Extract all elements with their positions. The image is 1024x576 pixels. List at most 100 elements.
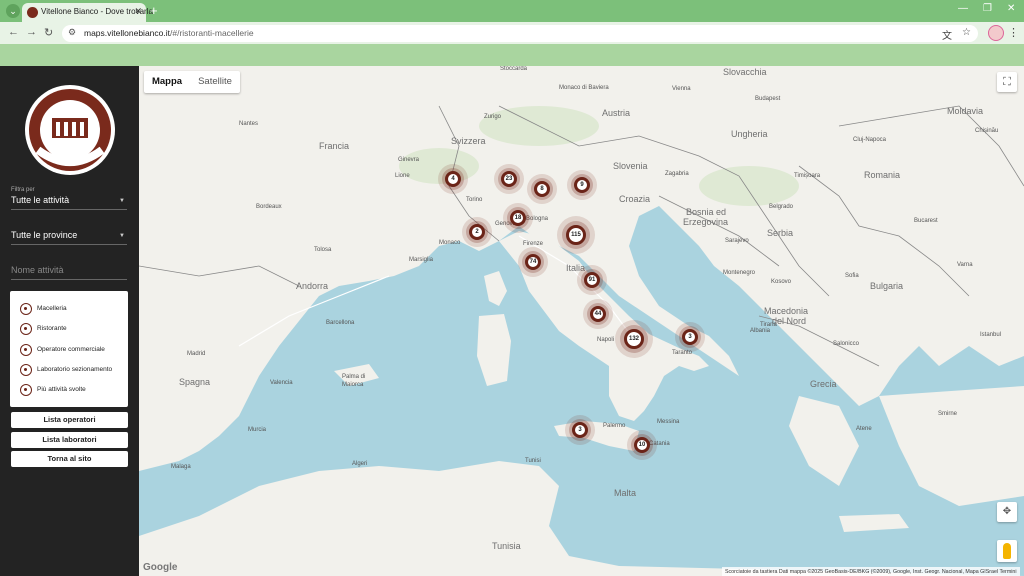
- url-bar[interactable]: ⚙ maps.vitellonebianco.it/#/ristoranti-m…: [62, 25, 978, 42]
- tab-close-icon[interactable]: ✕: [134, 6, 142, 17]
- map-cluster[interactable]: 8: [527, 174, 557, 204]
- map-type-map-button[interactable]: Mappa: [144, 71, 190, 93]
- reload-icon[interactable]: ↻: [44, 26, 53, 39]
- google-logo: Google: [143, 562, 178, 573]
- label-grecia: Grecia: [810, 379, 837, 389]
- label-bordeaux: Bordeaux: [256, 204, 282, 210]
- tab-search-icon[interactable]: ⌄: [6, 4, 20, 18]
- label-torino: Torino: [466, 197, 483, 203]
- label-varna: Varna: [957, 262, 973, 268]
- browser-tab[interactable]: Vitellone Bianco - Dove trovarla ✕: [22, 3, 153, 22]
- legend-panel: Macelleria Ristorante Operatore commerci…: [10, 291, 128, 407]
- province-select-value: Tutte le province: [11, 230, 78, 240]
- restore-icon[interactable]: ❐: [983, 3, 992, 14]
- label-moldavia: Moldavia: [947, 106, 984, 116]
- map-cluster[interactable]: 3: [565, 415, 595, 445]
- label-erzegovina: Erzegovina: [683, 217, 729, 227]
- multi-activity-icon: [20, 384, 32, 396]
- label-bulgaria: Bulgaria: [870, 281, 904, 291]
- restaurant-icon: [20, 323, 32, 335]
- map-cluster[interactable]: 2: [462, 217, 492, 247]
- label-tolosa: Tolosa: [314, 247, 332, 253]
- label-malaga: Malaga: [171, 464, 191, 470]
- map-cluster[interactable]: 23: [494, 164, 524, 194]
- label-malta: Malta: [614, 488, 637, 498]
- activity-select[interactable]: Tutte le attività ▼: [11, 195, 127, 210]
- label-sarajevo: Sarajevo: [725, 238, 749, 244]
- label-tunisi: Tunisi: [525, 458, 541, 464]
- map-cluster[interactable]: 115: [557, 216, 595, 254]
- map-type-satellite-button[interactable]: Satellite: [190, 71, 240, 93]
- map-cluster[interactable]: 9: [567, 170, 597, 200]
- label-sofia: Sofia: [845, 273, 859, 279]
- label-murcia: Murcia: [248, 427, 267, 433]
- label-zurigo: Zurigo: [484, 114, 502, 120]
- butcher-icon: [20, 303, 32, 315]
- forward-icon[interactable]: →: [26, 26, 37, 38]
- street-view-pegman-icon[interactable]: [997, 540, 1017, 562]
- map-cluster[interactable]: 74: [518, 247, 548, 277]
- label-algeri: Algeri: [352, 461, 368, 467]
- fullscreen-icon[interactable]: ⛶: [997, 72, 1017, 92]
- label-chisinau: Chișinău: [975, 128, 999, 134]
- label-romania: Romania: [864, 170, 901, 180]
- map-cluster[interactable]: 10: [627, 430, 657, 460]
- list-operators-button[interactable]: Lista operatori: [11, 412, 128, 428]
- address-bar-row: ← → ↻ ⚙ maps.vitellonebianco.it/#/ristor…: [0, 22, 1024, 44]
- lab-icon: [20, 364, 32, 376]
- list-labs-button[interactable]: Lista laboratori: [11, 432, 128, 448]
- label-napoli: Napoli: [597, 337, 615, 343]
- label-kosovo: Kosovo: [771, 279, 792, 285]
- label-andorra: Andorra: [296, 281, 329, 291]
- map-cluster[interactable]: 44: [583, 299, 613, 329]
- operator-icon: [20, 344, 32, 356]
- map-cluster[interactable]: 4: [438, 164, 468, 194]
- map-type-control: Mappa Satellite: [144, 71, 240, 93]
- map-cluster[interactable]: 3: [675, 322, 705, 352]
- map-cluster[interactable]: 18: [503, 203, 533, 233]
- filter-label: Filtra per: [11, 187, 35, 193]
- label-zagabria: Zagabria: [665, 171, 689, 177]
- chevron-down-icon: ▼: [119, 198, 125, 204]
- browser-tabbar: ⌄ Vitellone Bianco - Dove trovarla ✕ + —…: [0, 0, 1024, 22]
- bookmark-star-icon[interactable]: ☆: [962, 27, 971, 38]
- label-serbia: Serbia: [767, 228, 794, 238]
- translate-icon[interactable]: 文: [942, 27, 952, 42]
- label-messina: Messina: [657, 419, 680, 425]
- label-ginevra: Ginevra: [398, 157, 420, 163]
- map-cluster[interactable]: 132: [615, 320, 653, 358]
- label-belgrado: Belgrado: [769, 204, 794, 210]
- map-attribution[interactable]: Scorciatoie da tastiera Dati mappa ©2025…: [722, 567, 1020, 576]
- label-maiorca: Maiorca: [342, 382, 364, 388]
- label-smirne: Smirne: [938, 411, 958, 417]
- label-timisoara: Timișoara: [794, 173, 821, 179]
- back-to-site-button[interactable]: Torna al sito: [11, 451, 128, 467]
- profile-avatar[interactable]: [988, 25, 1004, 41]
- recenter-icon[interactable]: ✥: [997, 502, 1017, 522]
- name-search-input[interactable]: Nome attività: [11, 265, 127, 280]
- label-austria: Austria: [602, 108, 631, 118]
- label-nantes: Nantes: [239, 121, 259, 127]
- label-atene: Atene: [856, 426, 872, 432]
- province-select[interactable]: Tutte le province ▼: [11, 230, 127, 245]
- chevron-down-icon: ▼: [119, 233, 125, 239]
- label-ungheria: Ungheria: [731, 129, 768, 139]
- site-info-icon[interactable]: ⚙: [68, 27, 76, 38]
- minimize-icon[interactable]: —: [958, 3, 968, 14]
- browser-menu-icon[interactable]: ⋮: [1008, 26, 1019, 39]
- url-host: maps.vitellonebianco.it: [84, 28, 170, 38]
- map-cluster[interactable]: 91: [577, 265, 607, 295]
- label-marsiglia: Marsiglia: [409, 257, 434, 263]
- map-base: [139, 66, 1024, 576]
- label-croazia: Croazia: [619, 194, 651, 204]
- label-madrid: Madrid: [187, 351, 206, 357]
- label-spagna: Spagna: [179, 377, 211, 387]
- label-svizzera: Svizzera: [451, 136, 486, 146]
- window-close-icon[interactable]: ✕: [1007, 3, 1015, 14]
- back-icon[interactable]: ←: [8, 26, 19, 38]
- new-tab-icon[interactable]: +: [150, 3, 158, 18]
- label-budapest: Budapest: [755, 96, 781, 102]
- map-canvas[interactable]: Mappa Satellite ⛶ ✥ Google Scorciatoie d…: [139, 66, 1024, 576]
- label-del-nord: del Nord: [772, 316, 807, 326]
- url-path: /#/ristoranti-macellerie: [170, 28, 254, 38]
